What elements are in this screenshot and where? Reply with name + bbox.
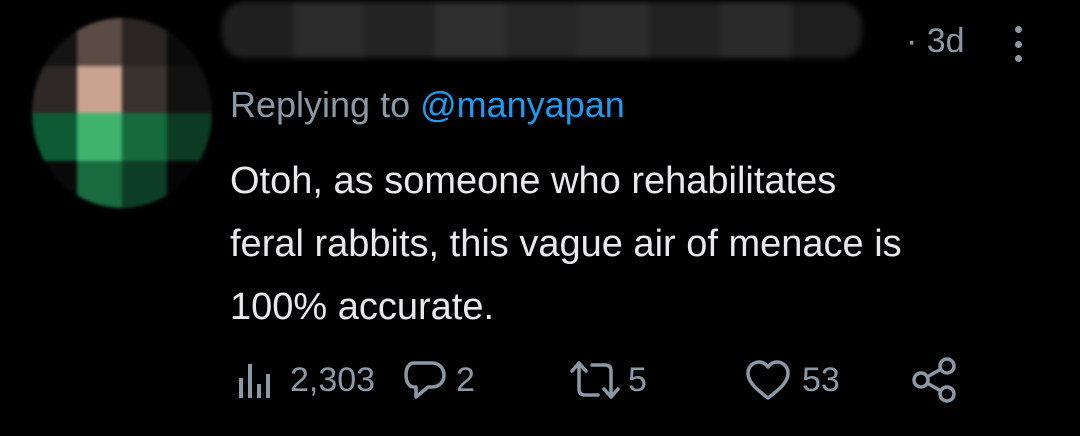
views-button[interactable]: 2,303 (236, 350, 375, 410)
like-button[interactable]: 53 (744, 350, 840, 410)
avatar[interactable] (32, 18, 212, 208)
retweet-count: 5 (628, 360, 647, 399)
views-icon (239, 364, 270, 398)
tweet-text-line: feral rabbits, this vague air of menace … (230, 223, 902, 265)
views-count: 2,303 (290, 360, 376, 399)
mention-link[interactable]: @manyapan (420, 84, 625, 125)
replying-prefix: Replying to (230, 84, 421, 125)
share-button[interactable] (910, 350, 960, 410)
redacted-username (222, 2, 862, 58)
retweet-icon (570, 361, 620, 399)
retweet-button[interactable]: 5 (566, 350, 647, 410)
heart-icon (746, 360, 790, 400)
reply-count: 2 (456, 360, 475, 399)
reply-icon (404, 361, 446, 399)
tweet-text-line: 100% accurate. (230, 286, 495, 328)
reply-button[interactable]: 2 (402, 350, 475, 410)
replying-to: Replying to @manyapan (230, 84, 625, 126)
share-icon (912, 357, 956, 403)
tweet-text: Otoh, as someone who rehabilitates feral… (230, 150, 1050, 339)
action-bar: 2,303 2 5 53 (0, 350, 1080, 410)
like-count: 53 (802, 360, 840, 399)
more-icon[interactable] (1013, 26, 1023, 62)
tweet[interactable]: · 3d Replying to @manyapan Otoh, as some… (0, 0, 1080, 436)
timestamp[interactable]: · 3d (906, 22, 965, 61)
tweet-text-line: Otoh, as someone who rehabilitates (230, 160, 837, 202)
